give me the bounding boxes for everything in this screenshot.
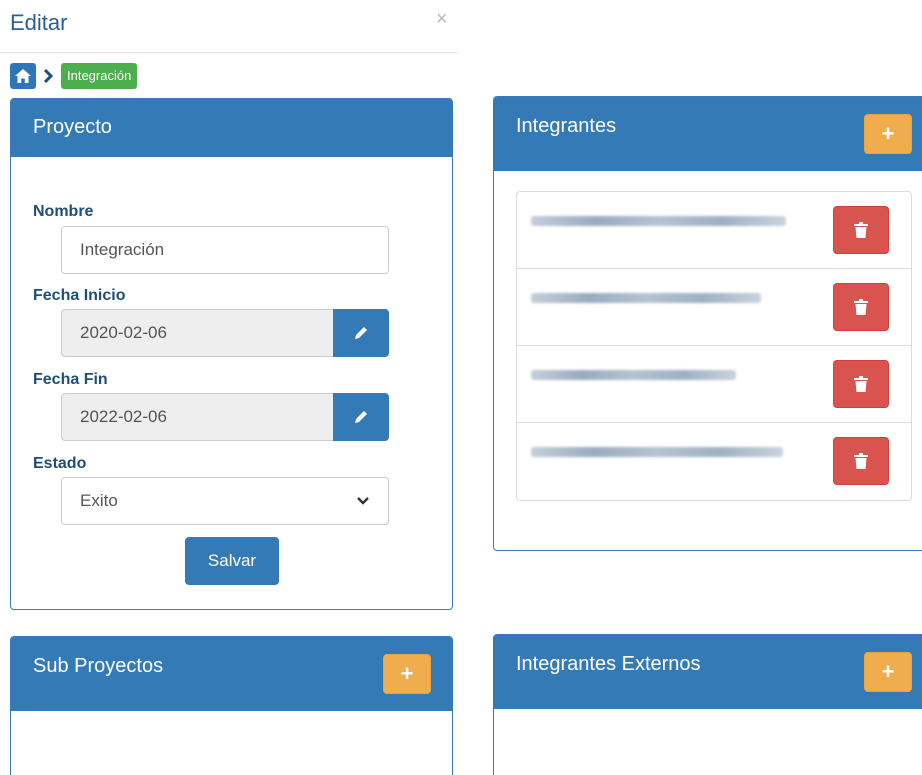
estado-selected-value: Exito — [80, 491, 118, 510]
fecha-inicio-label: Fecha Inicio — [33, 287, 126, 304]
integrantes-panel: Integrantes + — [493, 96, 922, 551]
fecha-fin-label: Fecha Fin — [33, 371, 108, 388]
delete-member-button[interactable] — [833, 206, 889, 254]
member-name-redacted — [531, 447, 783, 457]
close-icon[interactable]: × — [436, 8, 448, 31]
trash-icon — [854, 222, 868, 238]
nombre-input[interactable]: Integración — [61, 226, 389, 274]
proyecto-panel: Proyecto Nombre Integración Fecha Inicio… — [10, 98, 453, 610]
trash-icon — [854, 299, 868, 315]
trash-icon — [854, 376, 868, 392]
fecha-fin-group: 2022-02-06 — [61, 393, 389, 441]
add-integrante-button[interactable]: + — [864, 114, 912, 154]
integrantes-panel-header: Integrantes + — [494, 97, 922, 171]
pencil-icon — [355, 327, 367, 339]
header-divider — [0, 52, 458, 53]
fecha-fin-edit-button[interactable] — [333, 393, 389, 441]
member-name-redacted — [531, 293, 761, 303]
integrantes-externos-panel: Integrantes Externos + — [493, 634, 922, 775]
nombre-label: Nombre — [33, 203, 94, 220]
chevron-right-icon — [43, 69, 53, 83]
sub-proyectos-panel: Sub Proyectos + — [10, 636, 453, 775]
delete-member-button[interactable] — [833, 283, 889, 331]
delete-member-button[interactable] — [833, 360, 889, 408]
add-integrante-externo-button[interactable]: + — [864, 652, 912, 692]
member-name-redacted — [531, 216, 786, 226]
estado-label: Estado — [33, 455, 87, 472]
pencil-icon — [355, 411, 367, 423]
integrantes-panel-title: Integrantes — [516, 115, 617, 137]
fecha-inicio-group: 2020-02-06 — [61, 309, 389, 357]
fecha-inicio-edit-button[interactable] — [333, 309, 389, 357]
member-name-redacted — [531, 370, 736, 380]
estado-select[interactable]: Exito — [61, 477, 389, 525]
list-item — [517, 269, 911, 346]
sub-proyectos-panel-title: Sub Proyectos — [33, 655, 164, 677]
proyecto-panel-header: Proyecto — [11, 99, 452, 157]
trash-icon — [854, 453, 868, 469]
add-sub-proyecto-button[interactable]: + — [383, 654, 431, 694]
save-button[interactable]: Salvar — [185, 537, 279, 585]
breadcrumb: Integración — [10, 62, 138, 90]
breadcrumb-current[interactable]: Integración — [61, 63, 138, 89]
sub-proyectos-panel-header: Sub Proyectos + — [11, 637, 452, 711]
fecha-inicio-input[interactable]: 2020-02-06 — [61, 309, 333, 357]
list-item — [517, 192, 911, 269]
integrantes-externos-panel-title: Integrantes Externos — [516, 653, 701, 675]
proyecto-panel-title: Proyecto — [33, 116, 112, 138]
home-icon — [15, 69, 31, 83]
fecha-fin-input[interactable]: 2022-02-06 — [61, 393, 333, 441]
delete-member-button[interactable] — [833, 437, 889, 485]
chevron-down-icon — [357, 497, 369, 505]
modal-title: Editar — [10, 10, 68, 35]
list-item — [517, 346, 911, 423]
integrantes-list — [516, 191, 912, 501]
integrantes-externos-panel-header: Integrantes Externos + — [494, 635, 922, 709]
list-item — [517, 423, 911, 500]
home-button[interactable] — [10, 63, 36, 89]
